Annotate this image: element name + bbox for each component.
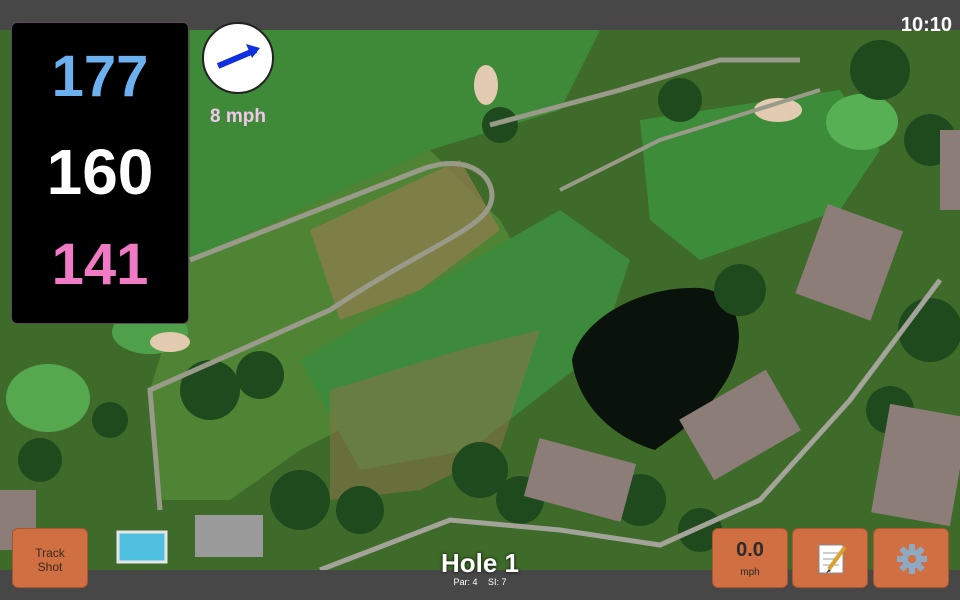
wind-arrow-icon	[216, 44, 260, 69]
front-distance: 177	[51, 44, 149, 109]
settings-button[interactable]	[873, 528, 949, 588]
notes-button[interactable]	[792, 528, 868, 588]
hole-title: Hole 1	[440, 548, 520, 578]
clock: 10:10	[900, 14, 952, 36]
back-distance: 141	[51, 232, 149, 297]
hole-par: Par: 4	[453, 577, 478, 587]
track-shot-label-1: Track	[35, 546, 65, 560]
wind-speed: 8 mph	[210, 106, 266, 127]
notepad-icon	[818, 544, 847, 574]
hole-info: Par: 4 SI: 7	[380, 577, 580, 587]
gear-icon	[897, 544, 927, 574]
speed-value: 0.0	[736, 539, 764, 561]
hole-si: SI: 7	[488, 577, 507, 587]
middle-distance: 160	[46, 136, 154, 208]
distance-panel: 177 160 141	[11, 22, 189, 324]
track-shot-button[interactable]: Track Shot	[12, 528, 88, 588]
speed-button[interactable]: 0.0 mph	[712, 528, 788, 588]
track-shot-label-2: Shot	[37, 560, 63, 574]
speed-unit: mph	[740, 567, 760, 578]
wind-direction-dial	[202, 22, 274, 94]
